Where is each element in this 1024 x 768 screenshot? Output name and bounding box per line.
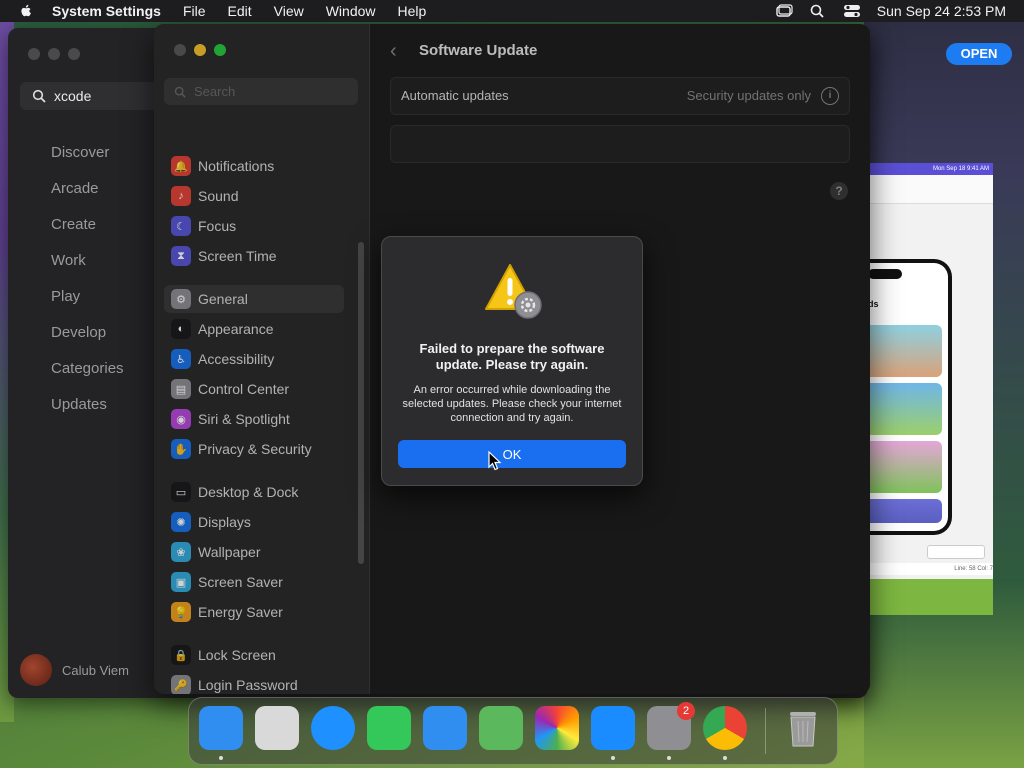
app-menu[interactable]: System Settings	[52, 3, 161, 19]
maps-icon[interactable]	[479, 706, 523, 750]
control-center-icon[interactable]	[843, 4, 861, 18]
user-name: Calub Viem	[62, 662, 129, 678]
sidebar-item-categories[interactable]: Categories	[51, 351, 124, 387]
safari-icon[interactable]	[311, 706, 355, 750]
chrome-icon[interactable]	[703, 706, 747, 750]
mail-icon[interactable]	[423, 706, 467, 750]
sidebar-item-create[interactable]: Create	[51, 207, 124, 243]
minimize-button[interactable]	[48, 48, 60, 60]
close-button[interactable]	[28, 48, 40, 60]
dock-separator	[765, 708, 766, 754]
finder-icon[interactable]	[199, 706, 243, 750]
ok-button[interactable]: OK	[398, 440, 626, 468]
sidebar-item-develop[interactable]: Develop	[51, 315, 124, 351]
plant-card[interactable]	[868, 325, 942, 377]
sidebar-item-arcade[interactable]: Arcade	[51, 171, 124, 207]
trash-icon[interactable]	[781, 706, 825, 750]
sidebar-item-work[interactable]: Work	[51, 243, 124, 279]
error-alert-dialog: Failed to prepare the software update. P…	[381, 236, 643, 486]
sidebar-item-discover[interactable]: Discover	[51, 135, 124, 171]
open-button[interactable]: OPEN	[946, 43, 1012, 65]
app-store-icon[interactable]	[591, 706, 635, 750]
messages-icon[interactable]	[367, 706, 411, 750]
dock: 2	[188, 697, 838, 765]
menu-help[interactable]: Help	[398, 3, 427, 19]
xcode-preview-window: Mon Sep 18 9:41 AM ds Line: 58 Col: 7	[868, 163, 993, 615]
menu-window[interactable]: Window	[326, 3, 376, 19]
menu-view[interactable]: View	[274, 3, 304, 19]
sidebar-item-play[interactable]: Play	[51, 279, 124, 315]
app-store-sidebar: Discover Arcade Create Work Play Develop…	[51, 135, 124, 423]
notification-badge: 2	[677, 702, 695, 720]
stage-manager-icon[interactable]	[775, 4, 793, 18]
menu-edit[interactable]: Edit	[228, 3, 252, 19]
alert-message: An error occurred while downloading the …	[402, 384, 622, 424]
menu-file[interactable]: File	[183, 3, 206, 19]
apple-menu-icon[interactable]	[18, 3, 34, 19]
running-indicator	[723, 756, 727, 760]
search-icon	[32, 89, 46, 103]
zoom-button[interactable]	[68, 48, 80, 60]
warning-icon	[485, 264, 542, 319]
zoom-controls[interactable]	[927, 545, 985, 559]
editor-status: Line: 58 Col: 7	[868, 563, 993, 575]
preview-toolbar	[868, 175, 993, 204]
plant-card[interactable]	[868, 441, 942, 493]
running-indicator	[667, 756, 671, 760]
menu-bar: System Settings File Edit View Window He…	[0, 0, 1024, 22]
account-button[interactable]: Calub Viem	[20, 654, 129, 686]
app-store-traffic-lights	[28, 48, 80, 60]
plant-card[interactable]	[868, 383, 942, 435]
sidebar-item-updates[interactable]: Updates	[51, 387, 124, 423]
preview-dock-strip	[868, 579, 993, 615]
running-indicator	[611, 756, 615, 760]
spotlight-search-icon[interactable]	[809, 4, 827, 18]
search-value: xcode	[54, 88, 92, 104]
running-indicator	[219, 756, 223, 760]
menubar-clock[interactable]: Sun Sep 24 2:53 PM	[877, 3, 1006, 19]
alert-title: Failed to prepare the software update. P…	[419, 341, 605, 372]
app-store-search-field[interactable]: xcode	[20, 82, 170, 110]
dynamic-island	[868, 269, 902, 279]
mouse-pointer-icon	[488, 451, 502, 471]
launchpad-icon[interactable]	[255, 706, 299, 750]
iphone-simulator[interactable]: ds	[868, 259, 952, 535]
simulator-status-bar: Mon Sep 18 9:41 AM	[868, 163, 993, 175]
plant-card[interactable]	[868, 499, 942, 523]
avatar	[20, 654, 52, 686]
photos-icon[interactable]	[535, 706, 579, 750]
